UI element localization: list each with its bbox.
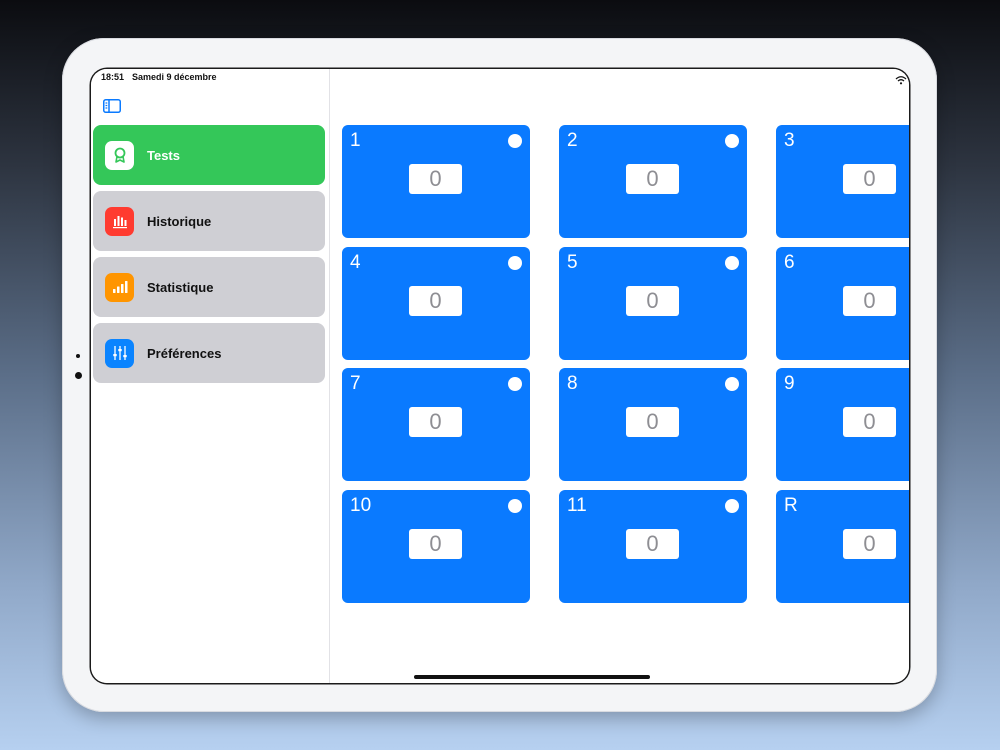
signal-bars-icon: [105, 272, 134, 302]
test-card[interactable]: 5 0: [559, 247, 747, 360]
card-count: 0: [409, 286, 462, 316]
card-label: 4: [350, 252, 361, 273]
wifi-icon: [895, 72, 907, 85]
test-card[interactable]: 7 0: [342, 368, 530, 481]
sidebar-item-label: Historique: [147, 213, 212, 229]
card-label: 7: [350, 373, 361, 394]
sidebar-item-statistique[interactable]: Statistique: [93, 257, 325, 317]
card-label: 9: [784, 373, 795, 394]
status-dot-icon: [725, 256, 739, 270]
status-dot-icon: [508, 499, 522, 513]
test-card[interactable]: 8 0: [559, 368, 747, 481]
status-dot-icon: [508, 256, 522, 270]
sliders-icon: [105, 338, 134, 368]
status-dot-icon: [725, 499, 739, 513]
card-count: 0: [843, 286, 896, 316]
card-label: R: [784, 495, 798, 516]
sidebar-toggle-icon[interactable]: [103, 99, 121, 113]
test-card[interactable]: 9 0: [776, 368, 909, 481]
app-screen: 18:51 Samedi 9 décembre Tests Historique…: [91, 69, 909, 683]
card-count: 0: [626, 164, 679, 194]
card-count: 0: [626, 286, 679, 316]
camera-lens: [75, 372, 82, 379]
card-label: 8: [567, 373, 578, 394]
sidebar-item-label: Préférences: [147, 345, 222, 361]
main-content: 1 0 2 0 3 0 4 0 5 0 6 0 7 0 8 0 9 0 10 0…: [330, 69, 909, 683]
card-label: 1: [350, 130, 361, 151]
card-label: 2: [567, 130, 578, 151]
bar-chart-icon: [105, 206, 134, 236]
camera-dot: [76, 354, 80, 358]
card-label: 5: [567, 252, 578, 273]
sidebar-item-historique[interactable]: Historique: [93, 191, 325, 251]
sidebar: 18:51 Samedi 9 décembre Tests Historique…: [91, 69, 330, 683]
status-time: 18:51: [101, 72, 125, 82]
status-date: Samedi 9 décembre: [132, 72, 217, 82]
award-ribbon-icon: [105, 140, 134, 170]
test-card[interactable]: 2 0: [559, 125, 747, 238]
card-count: 0: [626, 407, 679, 437]
card-label: 11: [567, 495, 587, 516]
test-card[interactable]: 11 0: [559, 490, 747, 603]
test-card[interactable]: 4 0: [342, 247, 530, 360]
status-dot-icon: [725, 377, 739, 391]
card-count: 0: [409, 164, 462, 194]
card-label: 10: [350, 495, 372, 516]
home-indicator[interactable]: [414, 675, 650, 679]
sidebar-item-preferences[interactable]: Préférences: [93, 323, 325, 383]
status-dot-icon: [508, 134, 522, 148]
sidebar-item-tests[interactable]: Tests: [93, 125, 325, 185]
card-count: 0: [409, 529, 462, 559]
sidebar-item-label: Tests: [147, 147, 180, 163]
card-count: 0: [409, 407, 462, 437]
card-count: 0: [843, 164, 896, 194]
test-card[interactable]: 3 0: [776, 125, 909, 238]
card-label: 6: [784, 252, 795, 273]
sidebar-item-label: Statistique: [147, 279, 214, 295]
status-dot-icon: [725, 134, 739, 148]
test-card[interactable]: R 0: [776, 490, 909, 603]
card-count: 0: [843, 407, 896, 437]
test-card[interactable]: 1 0: [342, 125, 530, 238]
card-count: 0: [626, 529, 679, 559]
test-card[interactable]: 10 0: [342, 490, 530, 603]
card-count: 0: [843, 529, 896, 559]
status-dot-icon: [508, 377, 522, 391]
test-card[interactable]: 6 0: [776, 247, 909, 360]
card-label: 3: [784, 130, 795, 151]
